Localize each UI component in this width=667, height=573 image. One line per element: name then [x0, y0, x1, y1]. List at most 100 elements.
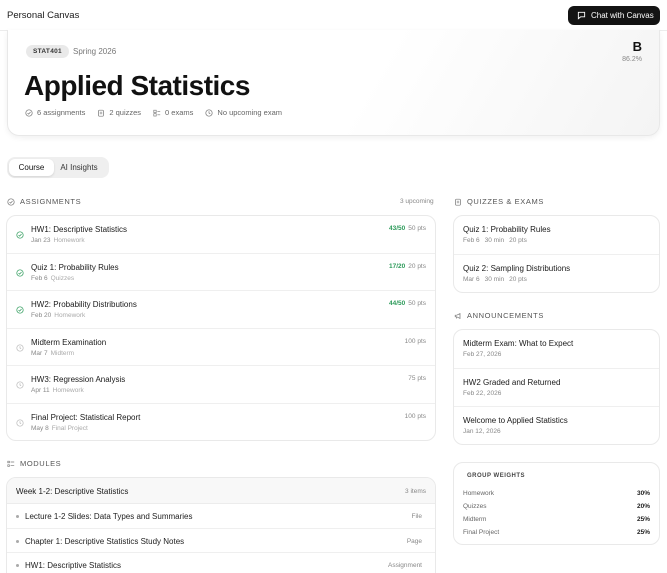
stat-assignments-label: 6 assignments: [37, 108, 86, 117]
bullet-icon: [16, 539, 19, 543]
assignment-row[interactable]: HW1: Descriptive Statistics Jan 23 Homewor…: [7, 216, 435, 254]
quizzes-list: Quiz 1: Probability Rules Feb 6 30 min 20 p…: [453, 215, 660, 293]
announcements-heading-label: ANNOUNCEMENTS: [467, 311, 544, 320]
announcement-date: Jan 12, 2026: [463, 428, 501, 435]
module-week-header[interactable]: Week 1-2: Descriptive Statistics 3 items: [7, 478, 435, 504]
module-item[interactable]: HW1: Descriptive Statistics Assignment: [7, 553, 435, 573]
announcements-list: Midterm Exam: What to Expect Feb 27, 2026…: [453, 329, 660, 445]
assignment-title: Quiz 1: Probability Rules: [31, 262, 119, 272]
weight-value: 25%: [636, 516, 650, 523]
stat-exams: 0 exams: [153, 108, 193, 117]
group-weights-title: GROUP WEIGHTS: [467, 473, 526, 479]
assignment-category: Homework: [53, 237, 85, 244]
modules-heading: MODULES: [7, 459, 61, 468]
module-item-type: Assignment: [388, 562, 422, 569]
tab-course[interactable]: Course: [9, 159, 54, 176]
check-circle-icon: [25, 108, 33, 117]
bullet-icon: [16, 564, 19, 567]
announcement-row[interactable]: Midterm Exam: What to Expect Feb 27, 2026: [454, 330, 659, 369]
stat-quizzes-label: 2 quizzes: [109, 108, 142, 117]
announcement-title: HW2 Graded and Returned: [463, 377, 561, 387]
announcement-row[interactable]: HW2 Graded and Returned Feb 22, 2026: [454, 369, 659, 407]
assignment-points-area: 100 pts: [405, 338, 426, 345]
assignment-points: 75 pts: [408, 375, 426, 382]
list-icon: [7, 460, 15, 467]
assignment-row[interactable]: Quiz 1: Probability Rules Feb 6 Quizzes 17/…: [7, 254, 435, 291]
assignment-row[interactable]: Final Project: Statistical Report May 8 Fi…: [7, 404, 435, 441]
module-item[interactable]: Lecture 1-2 Slides: Data Types and Summa…: [7, 504, 435, 529]
bullet-icon: [16, 515, 19, 518]
clipboard-icon: [98, 109, 105, 117]
check-circle-icon: [16, 301, 24, 319]
course-tabs: Course AI Insights: [7, 157, 109, 178]
stat-upcoming-exam: No upcoming exam: [205, 108, 282, 117]
module-item-label: Chapter 1: Descriptive Statistics Study …: [25, 536, 185, 546]
assignment-date: Mar 7: [31, 349, 48, 357]
assignment-points-area: 100 pts: [405, 413, 426, 420]
course-header-card: STAT401 Spring 2026 Applied Statistics 6…: [7, 30, 660, 136]
grade-percent: 86.2%: [622, 56, 642, 63]
quiz-duration: 30 min: [484, 275, 505, 283]
quiz-row[interactable]: Quiz 2: Sampling Distributions Mar 6 30 mi…: [454, 255, 659, 293]
assignment-title: Final Project: Statistical Report: [31, 412, 141, 422]
modules-heading-label: MODULES: [20, 459, 62, 468]
assignment-points: 100 pts: [404, 412, 426, 420]
module-item-type: File: [411, 513, 422, 520]
assignment-title: HW3: Regression Analysis: [31, 375, 126, 384]
assignment-title: HW1: Descriptive Statistics: [31, 225, 128, 234]
assignment-row[interactable]: HW3: Regression Analysis Apr 11 Homework 75…: [7, 366, 435, 404]
assignment-meta: Feb 6 Quizzes: [31, 275, 74, 282]
assignment-score: 43/50: [389, 225, 406, 232]
clock-icon: [205, 108, 213, 117]
quiz-date: Mar 6: [463, 275, 480, 283]
assignment-category: Quizzes: [50, 274, 75, 282]
quiz-row[interactable]: Quiz 1: Probability Rules Feb 6 30 min 20 p…: [454, 216, 659, 255]
chat-bubble-icon: [577, 11, 586, 20]
module-week-count: 3 items: [405, 488, 426, 495]
module-item[interactable]: Chapter 1: Descriptive Statistics Study …: [7, 529, 435, 553]
assignment-points-area: 17/20 20 pts: [389, 263, 426, 270]
quiz-points: 20 pts: [509, 275, 527, 283]
assignment-category: Midterm: [50, 349, 75, 357]
chat-button-label: Chat with Canvas: [591, 11, 654, 20]
quiz-title: Quiz 2: Sampling Distributions: [463, 263, 571, 273]
assignment-meta: May 8 Final Project: [31, 425, 88, 432]
assignment-points: 50 pts: [408, 225, 426, 232]
assignment-points-area: 44/50 50 pts: [389, 300, 426, 307]
quizzes-heading: QUIZZES & EXAMS: [454, 197, 544, 206]
modules-list: Week 1-2: Descriptive Statistics 3 items…: [6, 477, 436, 573]
assignment-category: Homework: [54, 312, 86, 319]
assignment-points: 20 pts: [408, 262, 426, 270]
assignment-row[interactable]: HW2: Probability Distributions Feb 20 Home…: [7, 291, 435, 329]
assignment-points: 50 pts: [408, 300, 426, 307]
assignments-upcoming-count: 3 upcoming: [400, 198, 434, 205]
module-item-label: HW1: Descriptive Statistics: [25, 561, 122, 570]
clock-icon: [16, 414, 24, 432]
assignment-category: Homework: [52, 387, 84, 394]
course-title: Applied Statistics: [24, 70, 250, 101]
tab-ai-insights[interactable]: AI Insights: [54, 159, 104, 176]
assignment-date: Feb 6: [31, 274, 48, 282]
module-item-type: Page: [406, 537, 422, 545]
announcement-date: Feb 22, 2026: [463, 389, 502, 397]
stat-quizzes: 2 quizzes: [97, 108, 141, 117]
assignment-date: Apr 11: [31, 387, 50, 394]
assignment-points: 100 pts: [404, 337, 426, 345]
quiz-date: Feb 6: [463, 237, 480, 244]
announcements-heading: ANNOUNCEMENTS: [454, 311, 544, 320]
assignment-points-area: 75 pts: [408, 375, 426, 382]
announcement-row[interactable]: Welcome to Applied Statistics Jan 12, 202…: [454, 407, 659, 444]
group-weights-card: GROUP WEIGHTS Homework 30% Quizzes 20% Midte…: [453, 462, 660, 545]
assignment-meta: Jan 23 Homework: [31, 237, 85, 244]
app-brand[interactable]: Personal Canvas: [7, 10, 79, 21]
weight-name: Quizzes: [463, 503, 487, 510]
weight-name: Homework: [463, 490, 495, 497]
course-code-badge: STAT401: [26, 45, 69, 58]
assignment-date: May 8: [31, 424, 49, 432]
assignment-score: 44/50: [389, 300, 406, 307]
assignment-row[interactable]: Midterm Examination Mar 7 Midterm 100 pts: [7, 329, 435, 366]
assignment-date: Feb 20: [31, 312, 52, 319]
chat-with-canvas-button[interactable]: Chat with Canvas: [568, 6, 660, 25]
weight-row: Quizzes 20%: [463, 503, 650, 510]
check-circle-icon: [16, 264, 24, 282]
